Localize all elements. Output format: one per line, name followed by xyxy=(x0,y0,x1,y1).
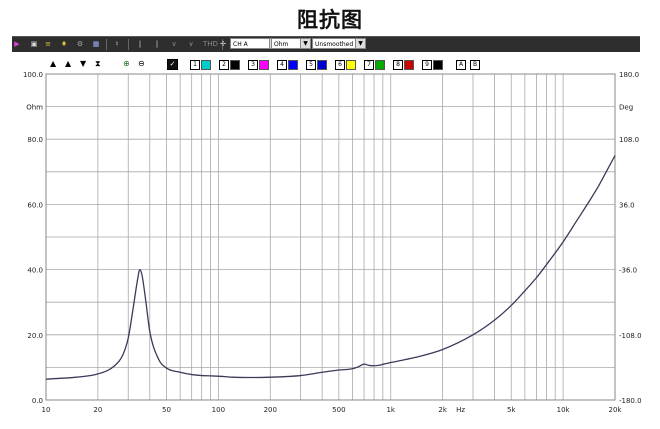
y2-tick-label: 108.0 xyxy=(619,136,639,144)
y2-tick-label: -36.0 xyxy=(619,267,637,275)
y-tick-label: 80.0 xyxy=(27,136,43,144)
x-tick-label: 5k xyxy=(507,406,516,414)
x-tick-label: 200 xyxy=(264,406,277,414)
y-tick-label: 40.0 xyxy=(27,267,43,275)
x-tick-label: 50 xyxy=(162,406,171,414)
y-axis-unit-label: Ohm xyxy=(26,104,43,112)
y-tick-label: 0.0 xyxy=(32,397,43,405)
y-tick-label: 60.0 xyxy=(27,201,43,209)
y2-tick-label: 180.0 xyxy=(619,71,639,79)
y2-tick-label: 36.0 xyxy=(619,201,635,209)
x-tick-label: 1k xyxy=(386,406,395,414)
y2-axis-unit-label: Deg xyxy=(619,104,633,112)
x-tick-label: 100 xyxy=(212,406,225,414)
impedance-chart: 100.0 80.0 60.0 40.0 20.0 0.0 Ohm 180.0 108.0 36.… xyxy=(23,71,642,414)
x-tick-label: 500 xyxy=(332,406,345,414)
y2-tick-label: -180.0 xyxy=(619,397,642,405)
y-tick-label: 20.0 xyxy=(27,332,43,340)
x-tick-label: 10 xyxy=(42,406,51,414)
x-tick-label: 20 xyxy=(93,406,102,414)
y2-tick-label: -108.0 xyxy=(619,332,642,340)
y-tick-label: 100.0 xyxy=(23,71,43,79)
x-tick-label: 10k xyxy=(557,406,571,414)
x-axis-unit-label: Hz xyxy=(456,406,465,414)
x-tick-label: 2k xyxy=(438,406,447,414)
x-tick-label: 20k xyxy=(609,406,623,414)
